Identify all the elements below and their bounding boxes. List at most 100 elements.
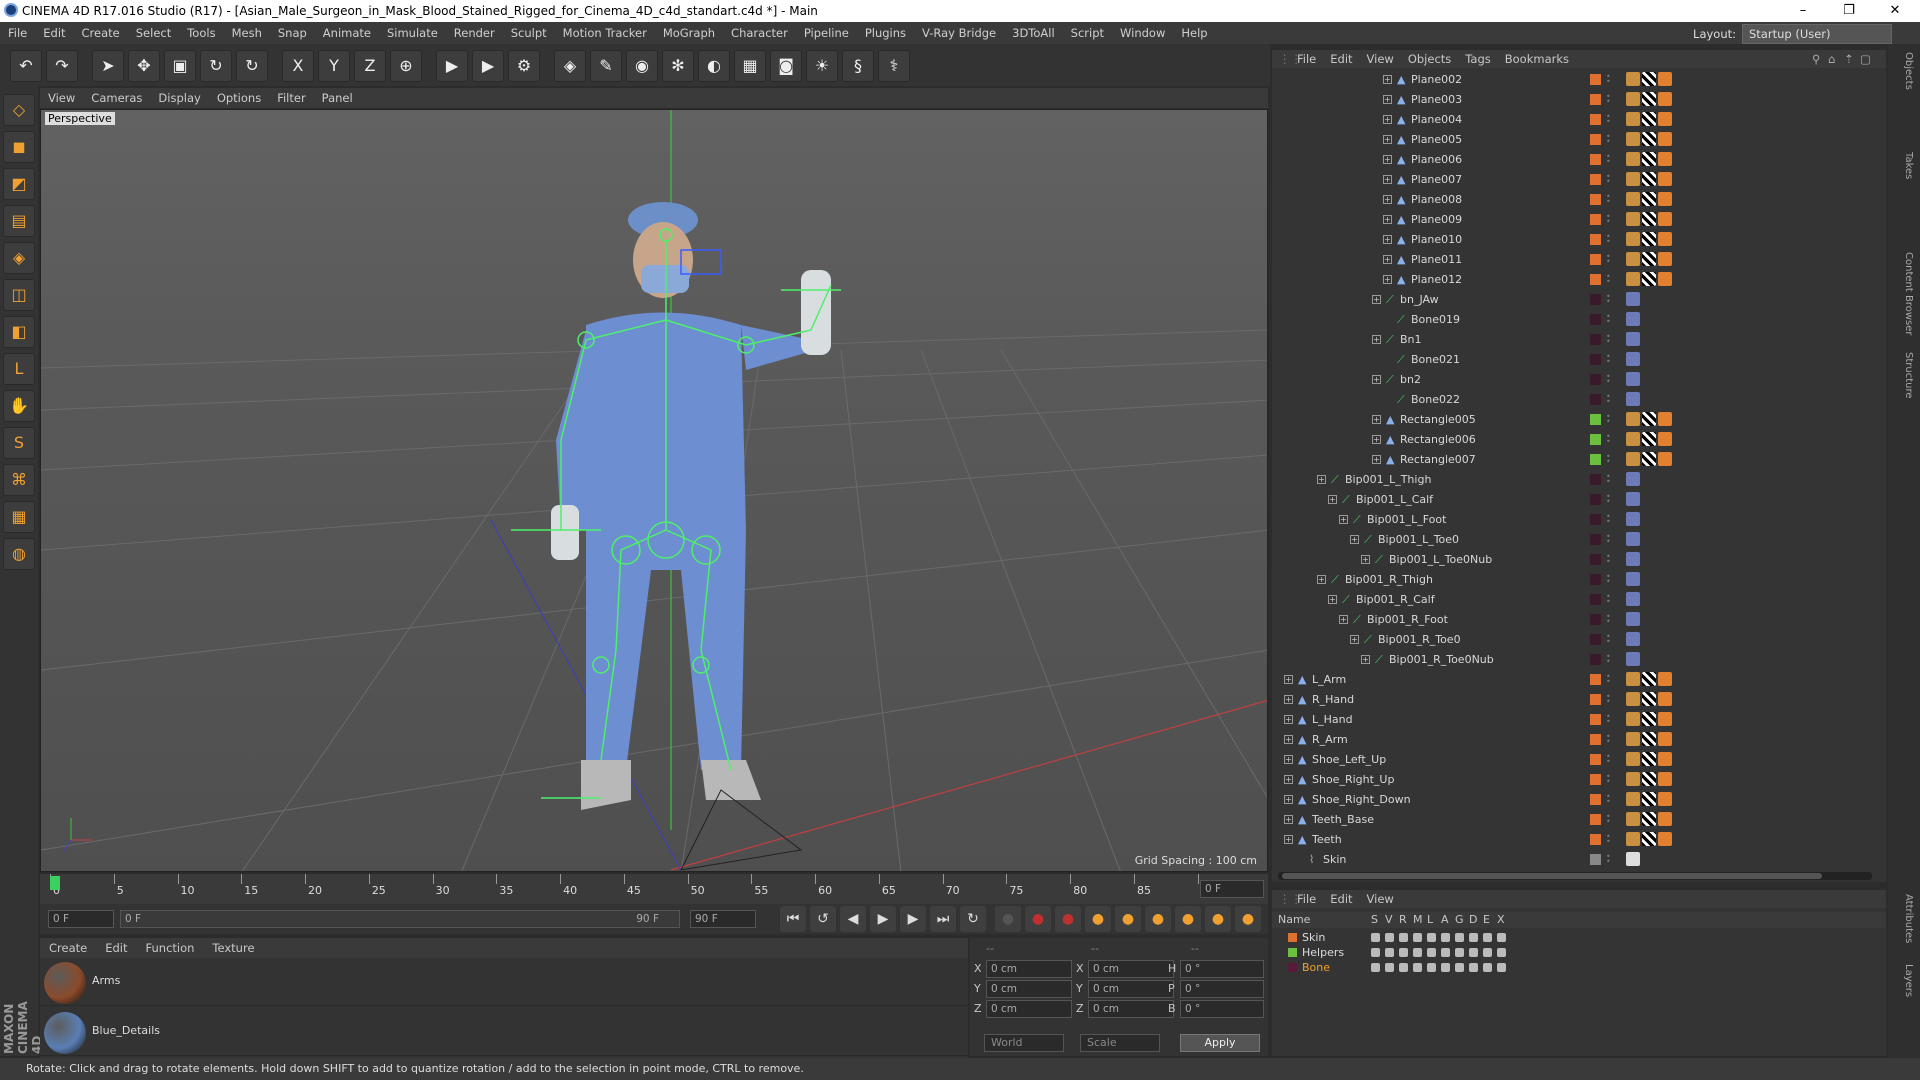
- expand-toggle[interactable]: +: [1284, 715, 1293, 724]
- material-menu-create[interactable]: Create: [40, 938, 96, 958]
- menu-3dtoall[interactable]: 3DToAll: [1004, 22, 1063, 44]
- selection-tag-icon[interactable]: [1658, 772, 1672, 786]
- expand-toggle[interactable]: +: [1361, 655, 1370, 664]
- visibility-dots[interactable]: • •: [1606, 753, 1612, 766]
- menu-select[interactable]: Select: [128, 22, 179, 44]
- object-row[interactable]: ⌇ Skin • •: [1272, 850, 1886, 870]
- menu-sculpt[interactable]: Sculpt: [503, 22, 555, 44]
- expand-toggle[interactable]: +: [1383, 235, 1392, 244]
- render-pv-icon[interactable]: ▶: [472, 50, 504, 82]
- layers-menu-file[interactable]: File: [1290, 890, 1323, 908]
- visibility-dots[interactable]: • •: [1606, 373, 1612, 386]
- layer-color-swatch[interactable]: [1590, 94, 1601, 105]
- grip-icon[interactable]: ⋮⋮: [1272, 50, 1302, 68]
- uvw-tag-icon[interactable]: [1626, 132, 1640, 146]
- texture-tag-icon[interactable]: [1642, 692, 1656, 706]
- menu-simulate[interactable]: Simulate: [379, 22, 446, 44]
- layer-toggle-icon[interactable]: [1483, 933, 1492, 942]
- snap-icon[interactable]: S: [3, 427, 35, 459]
- menu-animate[interactable]: Animate: [315, 22, 379, 44]
- layer-color-swatch[interactable]: [1288, 948, 1297, 957]
- object-row[interactable]: + ⟋ Bn1 • •: [1272, 330, 1886, 350]
- layer-toggle-icon[interactable]: [1469, 963, 1478, 972]
- layer-toggle-icon[interactable]: [1427, 948, 1436, 957]
- material-menu-texture[interactable]: Texture: [203, 938, 263, 958]
- expand-toggle[interactable]: +: [1372, 415, 1381, 424]
- visibility-dots[interactable]: • •: [1606, 493, 1612, 506]
- tweak-mode-icon[interactable]: ✋: [3, 390, 35, 422]
- prev-key-icon[interactable]: ↺: [810, 906, 836, 932]
- object-row[interactable]: + ▲ Rectangle006 • •: [1272, 430, 1886, 450]
- position-field[interactable]: 0 cm: [986, 960, 1072, 978]
- visibility-dots[interactable]: • •: [1606, 813, 1612, 826]
- rotate-icon[interactable]: ↻: [200, 50, 232, 82]
- ik-tag-icon[interactable]: [1626, 472, 1640, 486]
- layer-toggle-icon[interactable]: [1469, 933, 1478, 942]
- visibility-dots[interactable]: • •: [1606, 673, 1612, 686]
- menu-script[interactable]: Script: [1063, 22, 1112, 44]
- uvw-tag-icon[interactable]: [1626, 672, 1640, 686]
- viewport-menu-view[interactable]: View: [40, 88, 83, 108]
- texture-tag-icon[interactable]: [1642, 732, 1656, 746]
- texture-tag-icon[interactable]: [1642, 772, 1656, 786]
- apply-button[interactable]: Apply: [1180, 1034, 1260, 1052]
- ik-tag-icon[interactable]: [1626, 352, 1640, 366]
- expand-toggle[interactable]: +: [1383, 135, 1392, 144]
- expand-toggle[interactable]: +: [1317, 575, 1326, 584]
- layer-color-swatch[interactable]: [1590, 694, 1601, 705]
- rotation-field[interactable]: 0 °: [1180, 980, 1264, 998]
- layer-toggle-icon[interactable]: [1399, 963, 1408, 972]
- material-item[interactable]: Blue_Details: [40, 1008, 968, 1056]
- selection-tag-icon[interactable]: [1658, 412, 1672, 426]
- selection-tag-icon[interactable]: [1658, 832, 1672, 846]
- layer-toggle-icon[interactable]: [1455, 963, 1464, 972]
- start-frame-field[interactable]: 0 F: [48, 910, 114, 928]
- hscroll-thumb[interactable]: [1282, 873, 1822, 879]
- expand-toggle[interactable]: +: [1372, 295, 1381, 304]
- expand-toggle[interactable]: +: [1284, 795, 1293, 804]
- selection-tag-icon[interactable]: [1658, 212, 1672, 226]
- polygons-mode-icon[interactable]: ◧: [3, 316, 35, 348]
- layer-toggle-icon[interactable]: [1441, 948, 1450, 957]
- param-key-icon[interactable]: ●: [1175, 906, 1201, 932]
- tab-layers[interactable]: Layers: [1894, 964, 1914, 997]
- visibility-dots[interactable]: • •: [1606, 353, 1612, 366]
- scale-key-icon[interactable]: ●: [1115, 906, 1141, 932]
- goto-start-icon[interactable]: ⏮: [780, 906, 806, 932]
- layer-row[interactable]: Bone: [1272, 960, 1886, 975]
- layers-menu-edit[interactable]: Edit: [1323, 890, 1359, 908]
- texture-tag-icon[interactable]: [1642, 792, 1656, 806]
- menu-v-ray-bridge[interactable]: V-Ray Bridge: [914, 22, 1004, 44]
- model-mode-icon[interactable]: ◼: [3, 131, 35, 163]
- uvw-tag-icon[interactable]: [1626, 752, 1640, 766]
- tab-objects[interactable]: Objects: [1894, 52, 1914, 90]
- layer-toggle-icon[interactable]: [1371, 963, 1380, 972]
- layer-column-x[interactable]: X: [1497, 913, 1505, 926]
- next-frame-icon[interactable]: ▶: [900, 906, 926, 932]
- menu-help[interactable]: Help: [1173, 22, 1215, 44]
- layer-color-swatch[interactable]: [1590, 854, 1601, 865]
- objects-menu-view[interactable]: View: [1360, 50, 1401, 68]
- object-row[interactable]: + ▲ Plane003 • •: [1272, 90, 1886, 110]
- uvw-tag-icon[interactable]: [1626, 72, 1640, 86]
- objects-menu-tags[interactable]: Tags: [1458, 50, 1497, 68]
- layer-color-swatch[interactable]: [1288, 963, 1297, 972]
- rotate-alt-icon[interactable]: ↻: [236, 50, 268, 82]
- selection-tag-icon[interactable]: [1658, 692, 1672, 706]
- layer-color-swatch[interactable]: [1590, 554, 1601, 565]
- menu-snap[interactable]: Snap: [270, 22, 315, 44]
- redo-icon[interactable]: ↷: [46, 50, 78, 82]
- layer-color-swatch[interactable]: [1590, 634, 1601, 645]
- viewport-menu-filter[interactable]: Filter: [269, 88, 313, 108]
- objects-menu-objects[interactable]: Objects: [1401, 50, 1458, 68]
- menu-pipeline[interactable]: Pipeline: [796, 22, 857, 44]
- uvw-tag-icon[interactable]: [1626, 732, 1640, 746]
- ik-tag-icon[interactable]: [1626, 312, 1640, 326]
- tab-attributes[interactable]: Attributes: [1894, 894, 1914, 943]
- expand-toggle[interactable]: +: [1350, 635, 1359, 644]
- expand-toggle[interactable]: +: [1383, 75, 1392, 84]
- layout-selector[interactable]: Layout: Startup (User): [1693, 24, 1892, 44]
- surgeon-model[interactable]: [551, 202, 831, 810]
- array-icon[interactable]: ✻: [662, 50, 694, 82]
- viewport-menu-cameras[interactable]: Cameras: [83, 88, 150, 108]
